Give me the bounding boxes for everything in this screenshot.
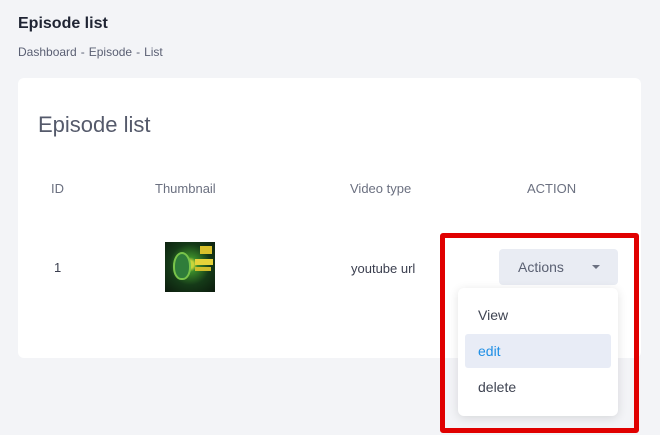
column-header-video-type: Video type <box>350 181 412 196</box>
thumbnail-figure <box>173 252 191 280</box>
episode-thumbnail-image <box>165 242 215 292</box>
thumbnail-title-block <box>195 259 213 265</box>
breadcrumb: Dashboard - Episode - List <box>18 45 163 59</box>
breadcrumb-separator: - <box>80 45 85 59</box>
breadcrumb-separator: - <box>136 45 141 59</box>
page-title: Episode list <box>18 15 108 32</box>
actions-dropdown-menu: View edit delete <box>458 288 618 416</box>
column-header-thumbnail: Thumbnail <box>155 181 216 196</box>
breadcrumb-item-list: List <box>144 45 163 59</box>
column-header-id: ID <box>51 181 64 196</box>
row-id-cell: 1 <box>54 260 62 275</box>
breadcrumb-item-dashboard[interactable]: Dashboard <box>18 45 77 59</box>
menu-item-delete[interactable]: delete <box>465 370 611 404</box>
menu-item-edit[interactable]: edit <box>465 334 611 368</box>
breadcrumb-item-episode[interactable]: Episode <box>89 45 132 59</box>
column-header-action: ACTION <box>527 181 577 196</box>
menu-item-view[interactable]: View <box>465 298 611 332</box>
row-video-type-cell: youtube url <box>351 261 416 276</box>
thumbnail-badge <box>200 246 212 254</box>
card-title: Episode list <box>38 112 151 137</box>
thumbnail-subtitle-block <box>195 267 211 271</box>
